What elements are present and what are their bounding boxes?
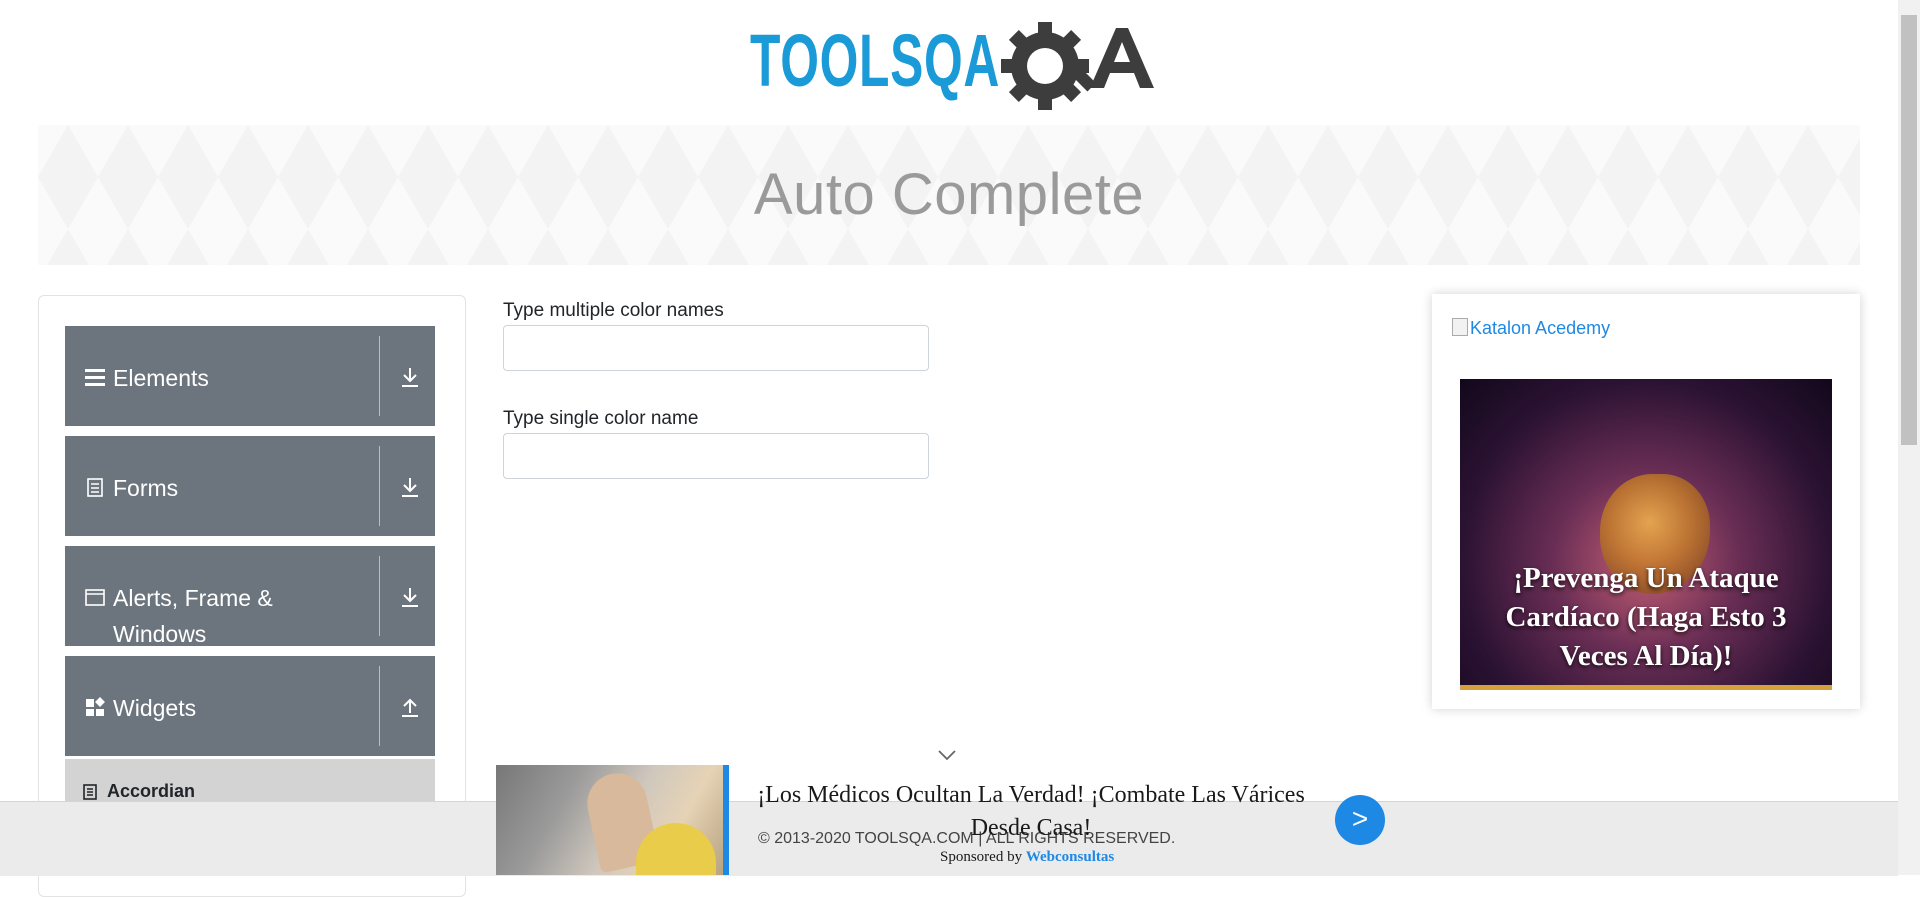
sidebar-group-widgets[interactable]: Widgets: [65, 656, 435, 756]
multiple-color-input[interactable]: [503, 325, 929, 371]
sidebar-group-label: Forms: [113, 475, 179, 501]
single-color-input[interactable]: [503, 433, 929, 479]
right-ad-panel: Katalon Acedemy ¡Prevenga Un Ataque Card…: [1432, 294, 1860, 709]
heart-ad-card[interactable]: ¡Prevenga Un Ataque Cardíaco (Haga Esto …: [1460, 379, 1832, 690]
heart-ad-text: ¡Prevenga Un Ataque Cardíaco (Haga Esto …: [1505, 562, 1787, 672]
broken-image-icon: [1452, 318, 1468, 336]
ad-photo: [496, 765, 723, 875]
window-icon: [85, 589, 105, 606]
single-color-label: Type single color name: [503, 408, 699, 429]
widgets-icon: [86, 697, 105, 716]
sidebar-group-elements[interactable]: Elements: [65, 326, 435, 426]
document-icon: [87, 478, 103, 497]
chevron-down-icon[interactable]: [937, 748, 957, 762]
toolsqa-logo-graphic: TOOLSQA: [750, 19, 1154, 110]
page-title: Auto Complete: [753, 162, 1145, 227]
divider: [379, 666, 380, 746]
sidebar-group-label: Alerts, Frame & Windows: [113, 585, 273, 646]
sidebar-item-label: Accordian: [107, 781, 196, 801]
sidebar-group-alerts-frame-windows[interactable]: Alerts, Frame & Windows: [65, 546, 435, 646]
ad-next-button[interactable]: >: [1335, 795, 1385, 845]
page-scrollbar[interactable]: [1898, 0, 1920, 875]
ad-headline[interactable]: ¡Los Médicos Ocultan La Verdad! ¡Combate…: [736, 779, 1326, 845]
download-arrow-icon[interactable]: [399, 476, 421, 498]
sidebar-group-label: Elements: [113, 365, 209, 391]
hamburger-icon: [85, 369, 105, 386]
sidebar-group-forms[interactable]: Forms: [65, 436, 435, 536]
download-arrow-icon[interactable]: [399, 586, 421, 608]
download-arrow-icon[interactable]: [399, 366, 421, 388]
broken-image-alt-text: Katalon Acedemy: [1470, 318, 1611, 338]
upload-arrow-icon[interactable]: [399, 696, 421, 718]
divider: [379, 336, 380, 416]
list-icon: [83, 784, 97, 800]
toolsqa-logo[interactable]: TOOLSQA: [750, 18, 1154, 113]
ad-accent-bar: [723, 765, 729, 875]
divider: [379, 446, 380, 526]
logo-text: TOOLSQA: [750, 19, 1000, 102]
scrollbar-thumb[interactable]: [1901, 15, 1917, 445]
ad-sponsor-line: Sponsored by Webconsultas: [940, 849, 1114, 866]
divider: [379, 556, 380, 636]
katalon-academy-image-link[interactable]: Katalon Acedemy: [1452, 318, 1610, 339]
ad-sponsor-name[interactable]: Webconsultas: [1026, 849, 1114, 865]
ad-sponsored-by: Sponsored by: [940, 849, 1023, 865]
page-header-banner: Auto Complete: [38, 125, 1860, 265]
sidebar-group-label: Widgets: [113, 695, 197, 721]
gear-icon: [1001, 22, 1096, 110]
bottom-sticky-ad[interactable]: ¡Los Médicos Ocultan La Verdad! ¡Combate…: [496, 765, 1396, 875]
multiple-color-label: Type multiple color names: [503, 300, 724, 321]
